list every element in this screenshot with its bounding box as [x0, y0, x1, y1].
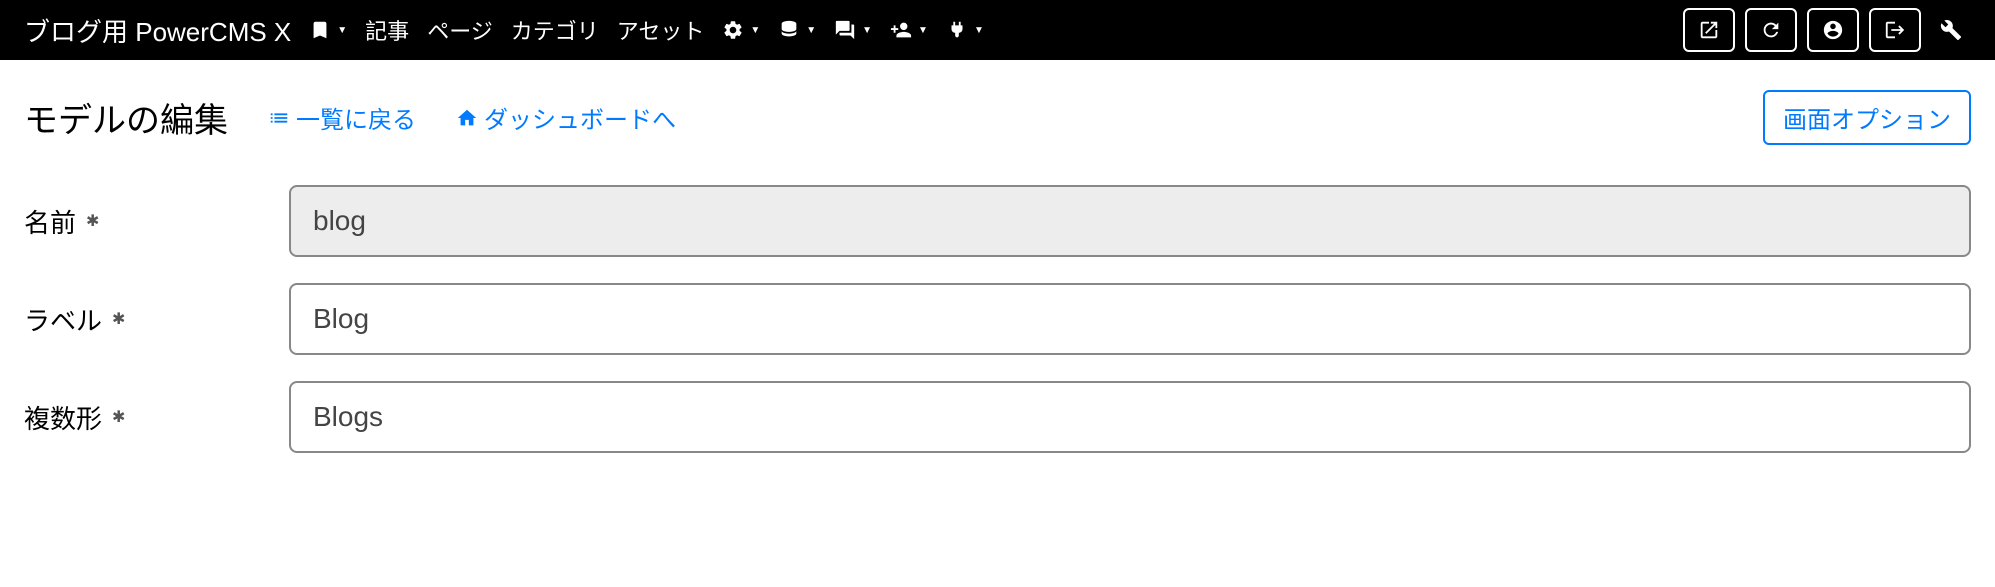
content: モデルの編集 一覧に戻る ダッシュボードへ 画面オプション 名前 ✱ ラベル ✱… [0, 60, 1995, 509]
form-label-label: ラベル ✱ [24, 301, 289, 338]
form-row-name: 名前 ✱ [24, 185, 1971, 257]
database-dropdown[interactable]: ▼ [778, 19, 816, 41]
nav-item-assets[interactable]: アセット [617, 14, 705, 46]
label-input[interactable] [289, 283, 1971, 355]
list-icon [268, 107, 290, 129]
form-row-label: ラベル ✱ [24, 283, 1971, 355]
required-icon: ✱ [112, 309, 125, 329]
refresh-button[interactable] [1745, 8, 1797, 52]
gear-icon [722, 19, 744, 41]
wrench-icon [1940, 19, 1962, 41]
plug-icon [946, 19, 968, 41]
form-label-plural: 複数形 ✱ [24, 399, 289, 436]
navbar: ブログ用 PowerCMS X ▼ 記事 ページ カテゴリ アセット ▼ ▼ ▼… [0, 0, 1995, 60]
back-to-list-link[interactable]: 一覧に戻る [268, 100, 416, 135]
refresh-icon [1760, 19, 1782, 41]
database-icon [778, 19, 800, 41]
required-icon: ✱ [112, 407, 125, 427]
user-circle-icon [1822, 19, 1844, 41]
caret-down-icon: ▼ [974, 25, 984, 36]
caret-down-icon: ▼ [337, 25, 347, 36]
navbar-left: ブログ用 PowerCMS X ▼ 記事 ページ カテゴリ アセット ▼ ▼ ▼… [24, 12, 984, 49]
nav-item-articles[interactable]: 記事 [365, 14, 409, 46]
home-icon [456, 107, 478, 129]
caret-down-icon: ▼ [862, 25, 872, 36]
sign-out-icon [1884, 19, 1906, 41]
brand-title[interactable]: ブログ用 PowerCMS X [24, 12, 291, 49]
label-label-text: ラベル [24, 301, 102, 338]
bookmark-icon [309, 19, 331, 41]
user-add-dropdown[interactable]: ▼ [890, 19, 928, 41]
external-link-button[interactable] [1683, 8, 1735, 52]
caret-down-icon: ▼ [750, 25, 760, 36]
name-input[interactable] [289, 185, 1971, 257]
back-to-list-label: 一覧に戻る [296, 100, 416, 135]
page-title: モデルの編集 [24, 93, 228, 142]
nav-item-pages[interactable]: ページ [427, 14, 493, 46]
tools-button[interactable] [1931, 8, 1971, 52]
comments-icon [834, 19, 856, 41]
plugin-dropdown[interactable]: ▼ [946, 19, 984, 41]
label-name-text: 名前 [24, 203, 76, 240]
caret-down-icon: ▼ [806, 25, 816, 36]
user-plus-icon [890, 19, 912, 41]
caret-down-icon: ▼ [918, 25, 928, 36]
settings-dropdown[interactable]: ▼ [722, 19, 760, 41]
nav-item-categories[interactable]: カテゴリ [511, 14, 599, 46]
form-label-name: 名前 ✱ [24, 203, 289, 240]
bookmark-dropdown[interactable]: ▼ [309, 19, 347, 41]
external-link-icon [1698, 19, 1720, 41]
required-icon: ✱ [86, 211, 99, 231]
to-dashboard-label: ダッシュボードへ [484, 100, 676, 135]
comments-dropdown[interactable]: ▼ [834, 19, 872, 41]
user-profile-button[interactable] [1807, 8, 1859, 52]
logout-button[interactable] [1869, 8, 1921, 52]
to-dashboard-link[interactable]: ダッシュボードへ [456, 100, 676, 135]
plural-input[interactable] [289, 381, 1971, 453]
navbar-right [1683, 8, 1971, 52]
form-row-plural: 複数形 ✱ [24, 381, 1971, 453]
page-header: モデルの編集 一覧に戻る ダッシュボードへ 画面オプション [24, 90, 1971, 145]
screen-options-button[interactable]: 画面オプション [1763, 90, 1971, 145]
page-header-left: モデルの編集 一覧に戻る ダッシュボードへ [24, 93, 676, 142]
label-plural-text: 複数形 [24, 399, 102, 436]
